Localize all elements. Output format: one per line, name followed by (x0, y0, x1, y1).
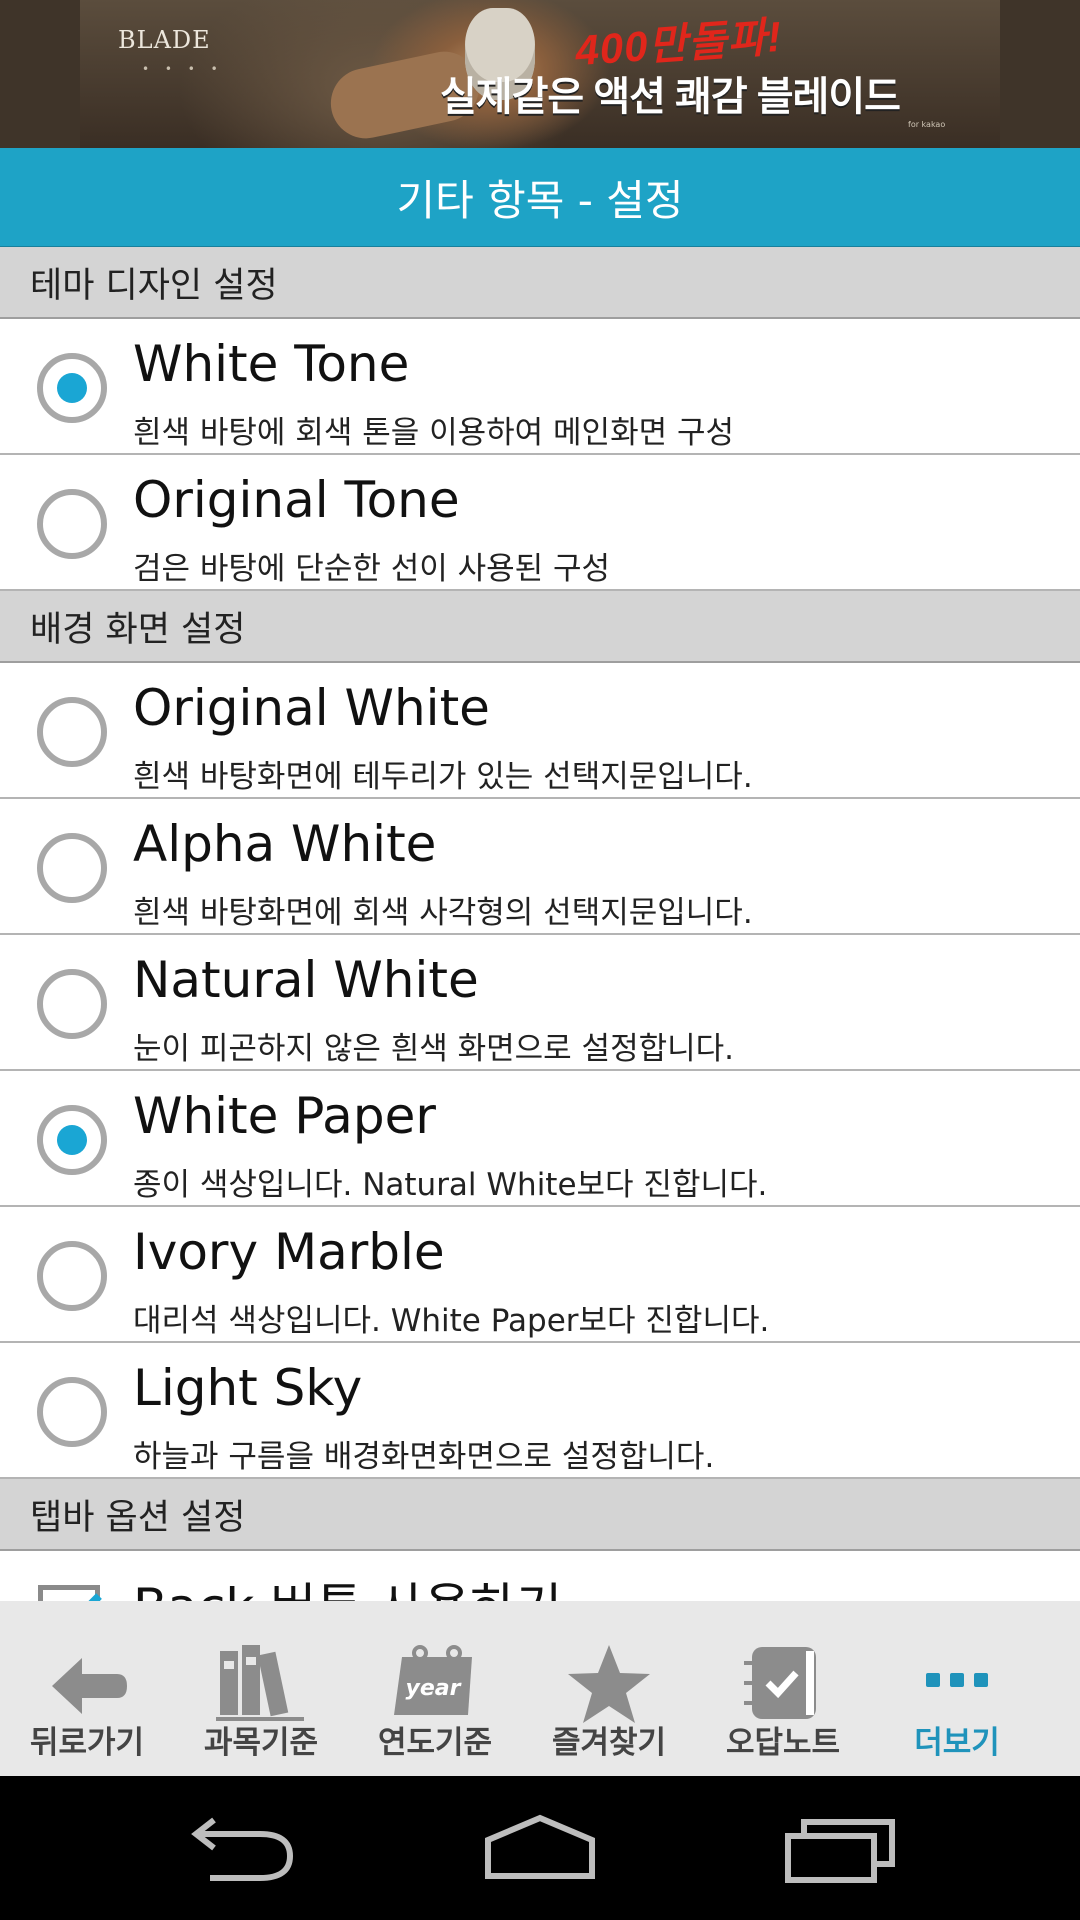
option-white-paper[interactable]: White Paper 종이 색상입니다. Natural White보다 진합… (0, 1071, 1080, 1207)
option-description: 검은 바탕에 단순한 선이 사용된 구성 (133, 551, 611, 587)
section-label: 탭바 옵션 설정 (30, 1497, 246, 1538)
tab-label: 과목기준 (203, 1725, 319, 1761)
option-title: White Paper (133, 1087, 436, 1145)
section-label: 배경 화면 설정 (30, 609, 246, 650)
home-nav-icon[interactable] (470, 1806, 610, 1890)
ad-publisher: for kakao (908, 120, 946, 129)
settings-list[interactable]: 테마 디자인 설정 White Tone 흰색 바탕에 회색 톤을 이용하여 메… (0, 247, 1080, 1601)
option-ivory-marble[interactable]: Ivory Marble 대리석 색상입니다. White Paper보다 진합… (0, 1207, 1080, 1343)
option-natural-white[interactable]: Natural White 눈이 피곤하지 않은 흰색 화면으로 설정합니다. (0, 935, 1080, 1071)
option-description: 흰색 바탕화면에 회색 사각형의 선택지문입니다. (133, 895, 753, 931)
section-header-theme: 테마 디자인 설정 (0, 247, 1080, 319)
radio-button[interactable] (37, 489, 107, 559)
ad-logo: BLADE (118, 26, 211, 54)
radio-button[interactable] (37, 1241, 107, 1311)
tab-label: 더보기 (914, 1725, 1000, 1761)
option-title: Alpha White (133, 815, 437, 873)
year-icon-text: year (406, 1676, 462, 1701)
option-original-tone[interactable]: Original Tone 검은 바탕에 단순한 선이 사용된 구성 (0, 455, 1080, 591)
tab-back[interactable]: 뒤로가기 (0, 1601, 174, 1776)
radio-button[interactable] (37, 697, 107, 767)
tab-more[interactable]: 더보기 (870, 1601, 1044, 1776)
option-white-tone[interactable]: White Tone 흰색 바탕에 회색 톤을 이용하여 메인화면 구성 (0, 319, 1080, 455)
tab-favorites[interactable]: 즐겨찾기 (522, 1601, 696, 1776)
option-description: 흰색 바탕에 회색 톤을 이용하여 메인화면 구성 (133, 415, 735, 451)
tab-year[interactable]: year 연도기준 (348, 1601, 522, 1776)
section-header-background: 배경 화면 설정 (0, 591, 1080, 663)
option-description: 종이 색상입니다. Natural White보다 진합니다. (133, 1167, 768, 1203)
option-title: Light Sky (133, 1359, 363, 1417)
bottom-tab-bar: 뒤로가기 과목기준 year 연도기준 즐겨찾기 오답노트 더보기 (0, 1601, 1080, 1776)
option-back-button[interactable]: Back 버튼 사용하기 (0, 1551, 1080, 1601)
title-bar: 기타 항목 - 설정 (0, 148, 1080, 248)
option-title: Original Tone (133, 471, 460, 529)
radio-dot (57, 1125, 87, 1155)
option-description: 하늘과 구름을 배경화면화면으로 설정합니다. (133, 1439, 715, 1475)
page-title: 기타 항목 - 설정 (396, 175, 684, 225)
back-nav-icon[interactable] (170, 1806, 310, 1890)
option-original-white[interactable]: Original White 흰색 바탕화면에 테두리가 있는 선택지문입니다. (0, 663, 1080, 799)
tab-label: 뒤로가기 (29, 1725, 145, 1761)
option-title: Ivory Marble (133, 1223, 445, 1281)
option-description: 대리석 색상입니다. White Paper보다 진합니다. (133, 1303, 770, 1339)
section-header-tabbar-options: 탭바 옵션 설정 (0, 1479, 1080, 1551)
tab-wrong-answer-note[interactable]: 오답노트 (696, 1601, 870, 1776)
option-title: Natural White (133, 951, 479, 1009)
tab-label: 즐겨찾기 (551, 1725, 667, 1761)
system-nav-bar (0, 1776, 1080, 1920)
radio-button[interactable] (37, 1105, 107, 1175)
section-label: 테마 디자인 설정 (30, 265, 278, 306)
ad-headline-white: 실제같은 액션 쾌감 블레이드 (440, 75, 901, 119)
checkbox[interactable] (38, 1585, 100, 1601)
recent-apps-nav-icon[interactable] (770, 1806, 910, 1890)
radio-button[interactable] (37, 833, 107, 903)
radio-button[interactable] (37, 969, 107, 1039)
option-description: 흰색 바탕화면에 테두리가 있는 선택지문입니다. (133, 759, 753, 795)
option-alpha-white[interactable]: Alpha White 흰색 바탕화면에 회색 사각형의 선택지문입니다. (0, 799, 1080, 935)
option-title: Original White (133, 679, 490, 737)
option-light-sky[interactable]: Light Sky 하늘과 구름을 배경화면화면으로 설정합니다. (0, 1343, 1080, 1479)
option-description: 눈이 피곤하지 않은 흰색 화면으로 설정합니다. (133, 1031, 735, 1067)
ad-banner[interactable]: BLADE • • • • 400만돌파! 실제같은 액션 쾌감 블레이드 fo… (0, 0, 1080, 148)
tab-label: 연도기준 (377, 1725, 493, 1761)
tab-label: 오답노트 (725, 1725, 841, 1761)
option-title: White Tone (133, 335, 410, 393)
option-title: Back 버튼 사용하기 (133, 1567, 562, 1601)
radio-button[interactable] (37, 353, 107, 423)
tab-subject[interactable]: 과목기준 (174, 1601, 348, 1776)
radio-dot (57, 373, 87, 403)
ad-logo-dots: • • • • (142, 62, 224, 76)
radio-button[interactable] (37, 1377, 107, 1447)
